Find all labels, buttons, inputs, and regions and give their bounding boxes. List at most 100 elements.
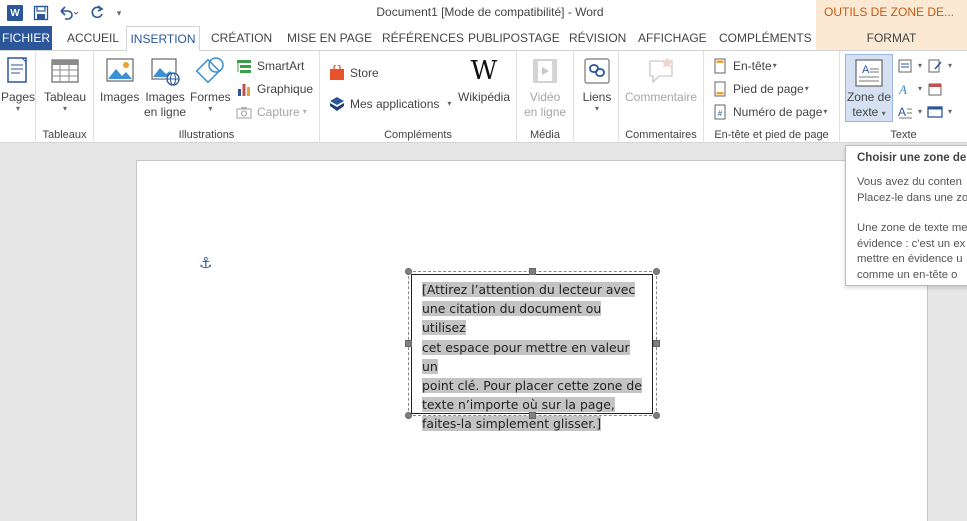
graphique-button[interactable]: Graphique: [236, 79, 313, 99]
store-button[interactable]: Store: [329, 63, 379, 83]
tooltip-line: Vous avez du conten: [857, 176, 962, 188]
redo-icon: [91, 5, 104, 19]
group-label-commentaires: Commentaires: [625, 129, 697, 141]
smartart-button[interactable]: SmartArt: [236, 56, 304, 76]
quick-parts-icon: [898, 59, 912, 73]
group-illustrations: Images Images en ligne Formes ▾ SmartArt…: [94, 51, 320, 143]
word-app-icon[interactable]: W: [4, 2, 26, 24]
tab-revision[interactable]: RÉVISION: [569, 26, 626, 50]
formes-button[interactable]: Formes ▾: [190, 55, 231, 113]
tab-mise-en-page[interactable]: MISE EN PAGE: [287, 26, 372, 50]
video-en-ligne-button[interactable]: Vidéo en ligne: [524, 55, 566, 120]
smartart-label: SmartArt: [257, 59, 305, 73]
zone-de-texte-button[interactable]: A Zone de texte ▾: [845, 54, 893, 122]
ribbon: Pages ▾ Tableau ▾ Tableaux Images Images…: [0, 50, 967, 143]
tooltip-line: Placez-le dans une zo: [857, 191, 967, 204]
images-button[interactable]: Images: [100, 55, 139, 105]
resize-handle-bottom-right[interactable]: [653, 412, 660, 419]
date-time-button[interactable]: [927, 79, 948, 99]
images-en-ligne-label-2: en ligne: [144, 105, 187, 119]
images-en-ligne-button[interactable]: Images en ligne: [144, 55, 186, 120]
customize-qat-button[interactable]: ▾: [112, 2, 126, 24]
resize-handle-top-left[interactable]: [405, 268, 412, 275]
text-box-content[interactable]: [Attirez l’attention du lecteur avec une…: [422, 280, 646, 434]
group-label-tableaux: Tableaux: [42, 129, 87, 141]
resize-handle-left[interactable]: [405, 340, 412, 347]
resize-handle-bottom-left[interactable]: [405, 412, 412, 419]
signature-icon: [928, 59, 942, 73]
resize-handle-right[interactable]: [653, 340, 660, 347]
ribbon-tabs: FICHIER ACCUEIL INSERTION CRÉATION MISE …: [0, 26, 967, 51]
tab-creation[interactable]: CRÉATION: [211, 26, 272, 50]
chevron-down-icon: ▾: [594, 104, 599, 113]
redo-button[interactable]: [86, 2, 108, 24]
svg-text:A: A: [898, 82, 907, 97]
textbox-line: point clé. Pour placer cette zone de: [422, 378, 642, 394]
images-label: Images: [100, 90, 140, 104]
svg-text:A: A: [898, 105, 906, 119]
signature-line-button[interactable]: ▾: [927, 56, 952, 76]
undo-button[interactable]: [56, 2, 82, 24]
wikipedia-button[interactable]: W Wikipédia: [458, 55, 510, 105]
zone-de-texte-label-1: Zone de: [846, 90, 892, 104]
resize-handle-top[interactable]: [529, 268, 536, 275]
chevron-down-icon: ▾: [823, 107, 828, 116]
numero-de-page-label: Numéro de page: [733, 105, 823, 119]
save-button[interactable]: [30, 2, 52, 24]
wikipedia-icon: W: [470, 56, 498, 86]
anchor-icon[interactable]: ⚓: [199, 254, 212, 272]
tab-fichier[interactable]: FICHIER: [0, 26, 52, 50]
object-icon: [927, 106, 943, 118]
picture-icon: [106, 58, 134, 82]
commentaire-button[interactable]: Commentaire: [625, 55, 697, 105]
textbox-line: cet espace pour mettre en valeur un: [422, 339, 630, 374]
chevron-down-icon: ▾: [918, 107, 923, 116]
tab-format[interactable]: FORMAT: [816, 26, 967, 50]
video-label-1: Vidéo: [529, 90, 561, 104]
page-number-icon: #: [714, 104, 726, 120]
en-tete-button[interactable]: En-tête ▾: [712, 56, 777, 76]
lettrine-button[interactable]: A ▾: [897, 102, 922, 122]
group-liens: Liens ▾: [574, 51, 619, 143]
tableau-button[interactable]: Tableau ▾: [44, 55, 86, 113]
pages-label: Pages: [1, 90, 36, 104]
tab-affichage[interactable]: AFFICHAGE: [638, 26, 707, 50]
video-icon: [533, 59, 557, 83]
capture-button[interactable]: Capture ▾: [236, 102, 307, 122]
quick-parts-button[interactable]: ▾: [897, 56, 922, 76]
object-button[interactable]: ▾: [927, 102, 952, 122]
group-complements: Store Mes applications ▾ W Wikipédia Com…: [320, 51, 517, 143]
mes-applications-button[interactable]: Mes applications ▾: [329, 94, 451, 114]
title-bar: W ▾ Document1 [Mode de compatibilité] -: [0, 0, 967, 26]
resize-handle-bottom[interactable]: [529, 412, 536, 419]
window-title: Document1 [Mode de compatibilité] - Word: [376, 5, 604, 19]
shapes-icon: [195, 57, 225, 84]
header-icon: [714, 58, 726, 74]
tooltip-line: comme un en-tête o: [857, 268, 958, 281]
chevron-down-icon: ▾: [63, 104, 68, 113]
group-label-entete: En-tête et pied de page: [714, 129, 829, 141]
tooltip-line: mettre en évidence u: [857, 253, 963, 265]
tab-insertion[interactable]: INSERTION: [126, 26, 200, 51]
numero-de-page-button[interactable]: # Numéro de page ▾: [712, 102, 827, 122]
tab-references[interactable]: RÉFÉRENCES: [382, 26, 464, 50]
liens-button[interactable]: Liens ▾: [581, 55, 613, 113]
chevron-down-icon: ▾: [772, 61, 777, 70]
svg-text:A: A: [862, 64, 870, 76]
video-label-2: en ligne: [524, 105, 567, 119]
pages-button[interactable]: Pages ▾: [1, 55, 35, 113]
pied-de-page-button[interactable]: Pied de page ▾: [712, 79, 809, 99]
tab-accueil[interactable]: ACCUEIL: [67, 26, 119, 50]
resize-handle-top-right[interactable]: [653, 268, 660, 275]
commentaire-label: Commentaire: [625, 90, 698, 104]
tab-publipostage[interactable]: PUBLIPOSTAGE: [468, 26, 560, 50]
group-label-complements: Compléments: [384, 129, 452, 141]
chevron-down-icon: ▾: [918, 84, 923, 93]
textbox-line: une citation du document ou utilisez: [422, 301, 602, 336]
wordart-icon: A: [898, 82, 907, 97]
camera-icon: [236, 107, 252, 119]
group-commentaires: Commentaire Commentaires: [619, 51, 704, 143]
tab-complements[interactable]: COMPLÉMENTS: [719, 26, 812, 50]
wordart-button[interactable]: A ▾: [897, 79, 922, 99]
zone-de-texte-label-2: texte ▾: [852, 105, 886, 119]
